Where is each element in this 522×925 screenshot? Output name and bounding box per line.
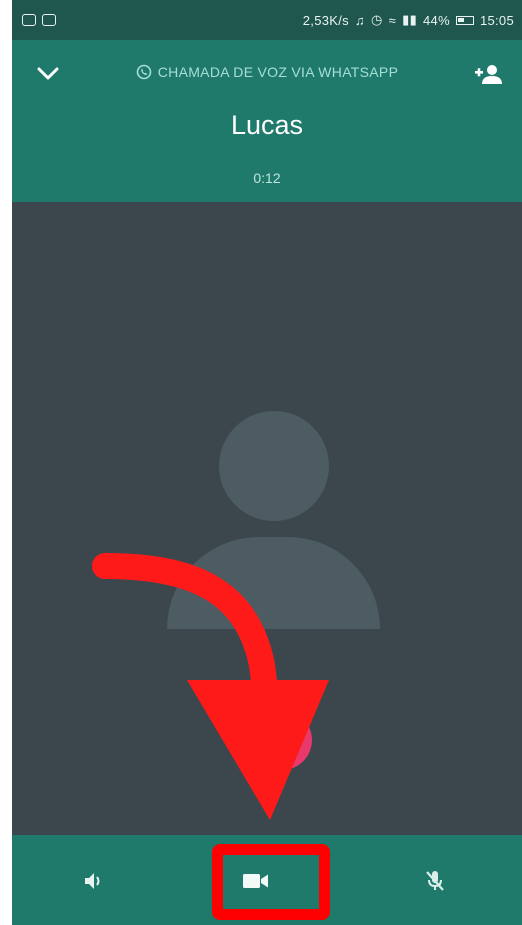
contact-name: Lucas: [230, 110, 304, 140]
add-participant-icon[interactable]: [474, 62, 504, 86]
call-duration: 0:12: [253, 170, 281, 186]
call-header: CHAMADA DE VOZ VIA WHATSAPP Lucas 0:12: [12, 40, 522, 202]
avatar-body: [167, 537, 380, 629]
battery-icon: [455, 15, 474, 25]
video-button-highlight: [212, 844, 330, 920]
mic-off-icon[interactable]: [415, 863, 455, 899]
status-bar: 2,53K/s ♫ ◷ ≈ ▮▮ 44% 15:05: [12, 0, 522, 40]
notification-icon: [22, 14, 36, 26]
call-type-banner: CHAMADA DE VOZ VIA WHATSAPP: [12, 64, 522, 83]
mail-icon: [42, 14, 56, 26]
mute-status-icon: ♫: [354, 12, 366, 28]
call-screen: 2,53K/s ♫ ◷ ≈ ▮▮ 44% 15:05 CHAMADA DE VO…: [12, 0, 522, 925]
alarm-icon: ◷: [371, 12, 383, 27]
end-call-button[interactable]: [252, 710, 312, 770]
network-speed: 2,53K/s: [302, 12, 349, 28]
clock: 15:05: [479, 12, 514, 28]
avatar-head: [219, 411, 329, 521]
call-type-label: CHAMADA DE VOZ VIA WHATSAPP: [157, 64, 399, 80]
battery-percent: 44%: [423, 12, 450, 28]
wifi-icon: ≈: [388, 12, 397, 28]
signal-icon: ▮▮: [402, 12, 418, 27]
speaker-icon[interactable]: [74, 863, 114, 899]
whatsapp-icon: [136, 64, 152, 83]
